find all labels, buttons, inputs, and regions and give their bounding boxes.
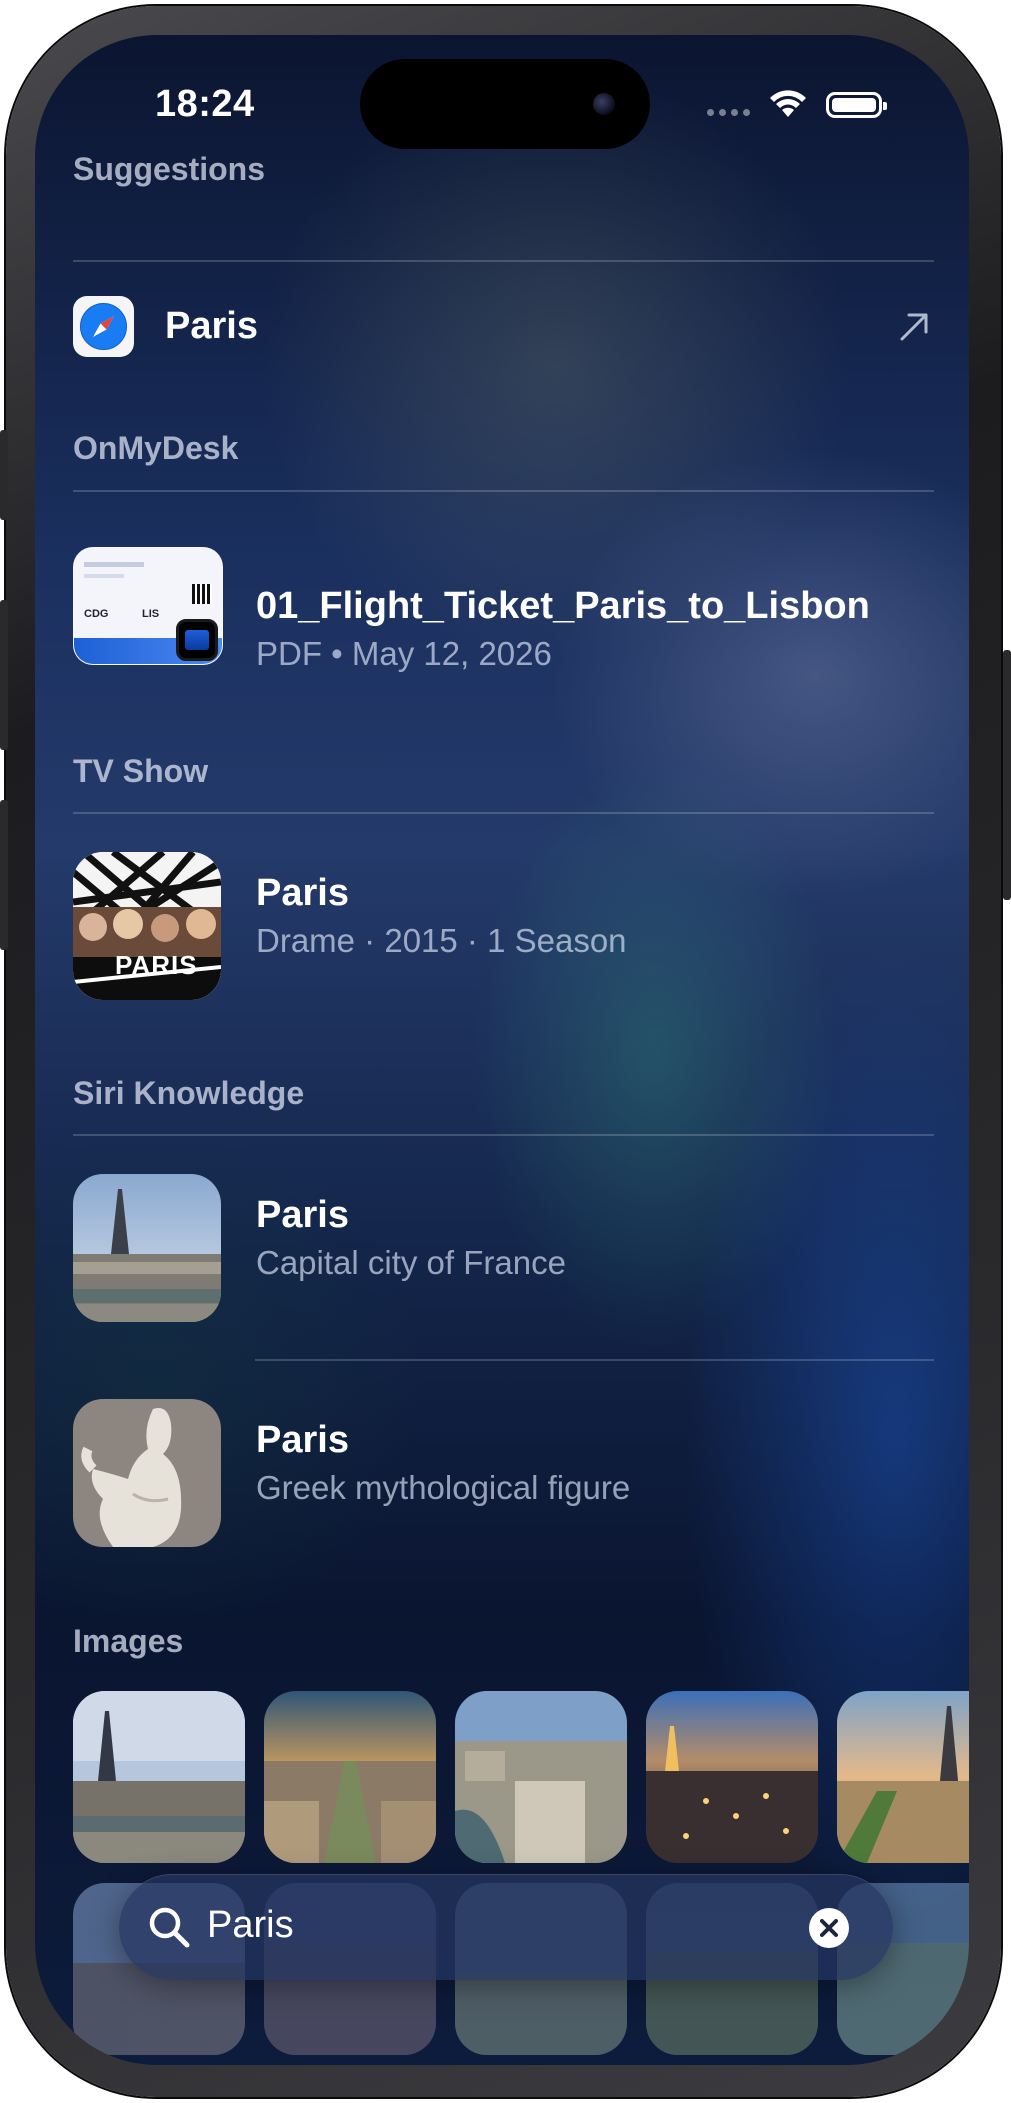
item-subtitle: PDF • May 12, 2026 bbox=[256, 635, 552, 672]
app-badge-icon bbox=[176, 619, 218, 661]
section-header-tvshow: TV Show bbox=[73, 753, 209, 789]
volume-down-button bbox=[0, 800, 8, 950]
list-item-knowledge[interactable]: Paris Greek mythological figure bbox=[73, 1399, 934, 1549]
item-title: Paris bbox=[256, 1194, 349, 1236]
item-subtitle: Drame · 2015 · 1 Season bbox=[256, 922, 627, 959]
safari-icon[interactable] bbox=[73, 296, 134, 357]
screen: 18:24 Suggestions Paris OnMyDesk CDG LIS bbox=[35, 35, 969, 2065]
action-button bbox=[0, 430, 8, 520]
greek-statue-thumbnail bbox=[73, 1399, 221, 1547]
pdf-origin-code: CDG bbox=[84, 608, 109, 620]
section-header-onmydesk: OnMyDesk bbox=[73, 430, 239, 466]
status-time: 18:24 bbox=[155, 83, 255, 125]
divider bbox=[73, 1134, 934, 1136]
tvshow-poster: PARIS bbox=[73, 852, 221, 1000]
item-subtitle: Capital city of France bbox=[256, 1244, 566, 1281]
list-item-tvshow[interactable]: PARIS Paris Drame · 2015 · 1 Season bbox=[73, 852, 934, 1002]
section-header-suggestions: Suggestions bbox=[73, 151, 266, 187]
dynamic-island bbox=[360, 59, 650, 149]
poster-title: PARIS bbox=[115, 950, 198, 980]
divider bbox=[73, 812, 934, 814]
item-title: Paris bbox=[256, 872, 349, 914]
wifi-icon bbox=[770, 90, 806, 117]
section-header-siri-knowledge: Siri Knowledge bbox=[73, 1075, 305, 1111]
suggestion-label[interactable]: Paris bbox=[165, 305, 258, 348]
pdf-destination-code: LIS bbox=[142, 608, 160, 620]
volume-up-button bbox=[0, 600, 8, 750]
image-result[interactable] bbox=[837, 1691, 969, 1863]
list-item-knowledge[interactable]: Paris Capital city of France bbox=[73, 1174, 934, 1324]
image-result[interactable] bbox=[646, 1691, 818, 1863]
item-subtitle: Greek mythological figure bbox=[256, 1469, 631, 1506]
qr-code-icon bbox=[192, 584, 212, 604]
arrow-up-right-icon[interactable] bbox=[897, 310, 931, 344]
divider bbox=[255, 1359, 934, 1361]
cellular-signal-icon bbox=[707, 109, 750, 116]
divider bbox=[73, 260, 934, 262]
paris-city-thumbnail bbox=[73, 1174, 221, 1322]
battery-icon bbox=[826, 92, 887, 118]
section-header-images: Images bbox=[73, 1623, 184, 1659]
front-camera bbox=[593, 93, 615, 115]
search-icon bbox=[149, 1907, 190, 1948]
clear-search-icon[interactable] bbox=[809, 1908, 849, 1948]
divider bbox=[73, 490, 934, 492]
power-button bbox=[1003, 650, 1011, 900]
item-title: 01_Flight_Ticket_Paris_to_Lisbon bbox=[256, 585, 870, 627]
image-result[interactable] bbox=[264, 1691, 436, 1863]
image-result[interactable] bbox=[73, 1691, 245, 1863]
item-title: Paris bbox=[256, 1419, 349, 1461]
search-bar[interactable]: Paris bbox=[119, 1874, 893, 1980]
search-input[interactable]: Paris bbox=[207, 1904, 294, 1947]
image-result[interactable] bbox=[455, 1691, 627, 1863]
